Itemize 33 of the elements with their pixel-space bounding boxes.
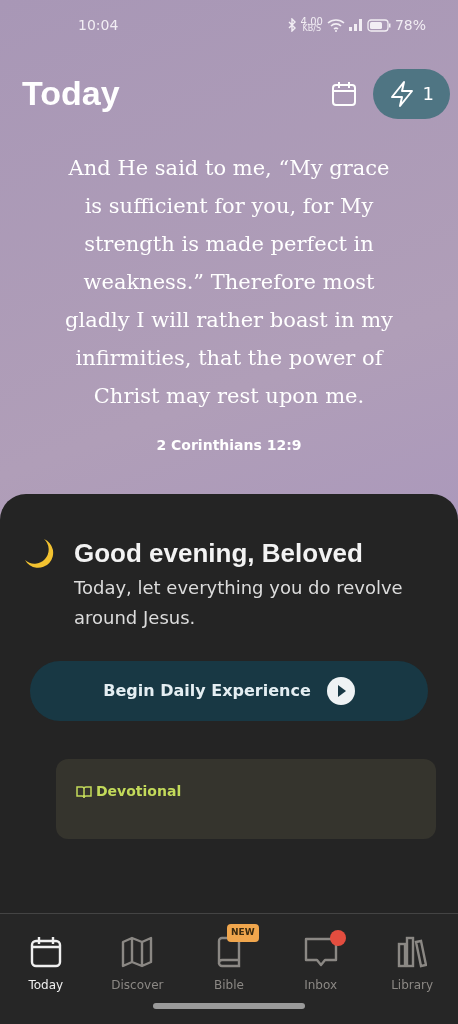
calendar-button[interactable] xyxy=(330,80,357,107)
network-speed: 4.00 xyxy=(300,17,323,26)
page-title: Today xyxy=(22,73,120,114)
battery-percent: 78% xyxy=(394,15,426,35)
streak-button[interactable]: 1 xyxy=(372,68,450,119)
battery-icon xyxy=(366,18,391,32)
nav-tab[interactable]: Library xyxy=(366,914,458,1003)
signal-icon xyxy=(348,19,363,31)
greeting-subtitle: Today, let everything you do revolve around Jesus. xyxy=(74,576,404,630)
nav-tab[interactable]: NEW Bible xyxy=(183,914,275,1003)
book-icon xyxy=(76,784,92,799)
card-label: Devotional xyxy=(96,782,182,801)
nav-tab[interactable]: Inbox xyxy=(274,914,367,1003)
bluetooth-icon xyxy=(287,18,297,32)
chat-icon xyxy=(303,936,338,968)
book-icon xyxy=(215,936,243,968)
lightning-icon xyxy=(388,79,415,108)
play-icon xyxy=(326,677,355,705)
network-speed-unit: KB/S xyxy=(302,25,321,33)
nav-tab[interactable]: Discover xyxy=(91,914,184,1003)
nav-tab[interactable]: Today xyxy=(0,914,92,1003)
greeting-title: Good evening, Beloved xyxy=(74,537,363,570)
new-badge: NEW xyxy=(227,924,259,942)
map-icon xyxy=(121,936,154,968)
calendar-icon xyxy=(29,936,62,968)
devotional-card[interactable]: Devotional xyxy=(56,759,436,839)
verse-reference: 2 Corinthians 12:9 xyxy=(155,436,303,455)
clock: 10:04 xyxy=(78,15,119,35)
wifi-icon xyxy=(326,18,345,32)
library-icon xyxy=(397,936,428,968)
begin-button[interactable]: Begin Daily Experience xyxy=(30,661,428,721)
verse-text: And He said to me, “My grace is sufficient for you, for My strength is made perfect in weakness.” Therefore most gladly I will rather boast in my infirmities, that the power of Christ may rest upon me. xyxy=(64,155,394,410)
calendar-icon xyxy=(330,80,357,107)
